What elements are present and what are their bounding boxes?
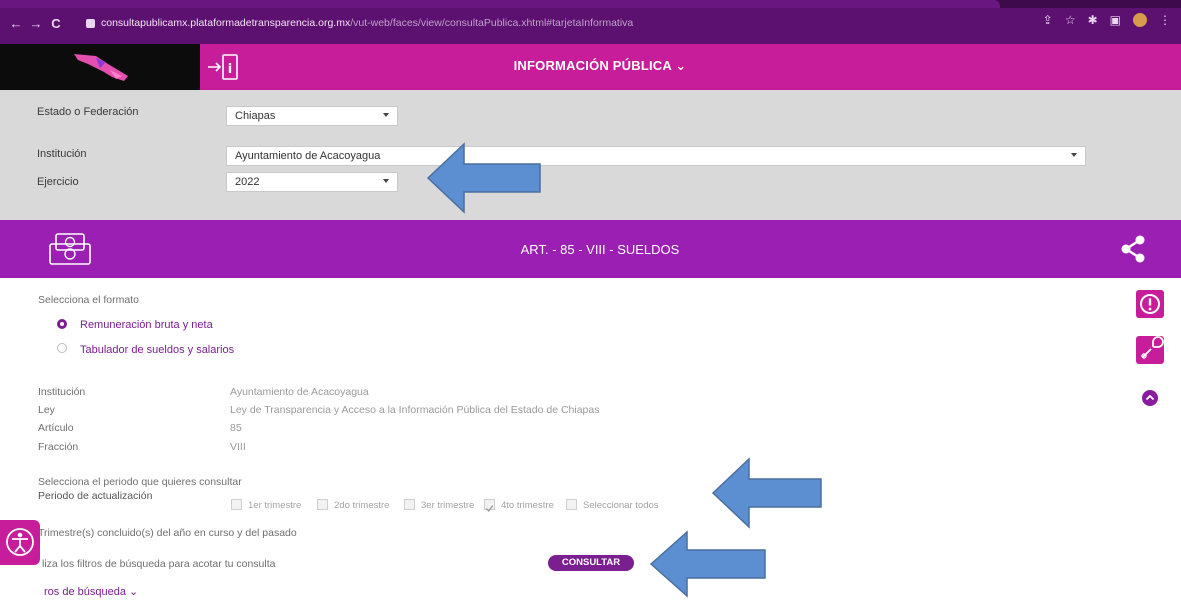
share-page-icon[interactable]: ⇪ (1043, 13, 1053, 27)
annotation-arrow-3 (649, 530, 766, 598)
detail-institucion-label: Institución (38, 386, 86, 398)
money-bills-icon (49, 233, 91, 265)
consultar-button[interactable]: CONSULTAR (548, 555, 634, 571)
institucion-label: Institución (37, 148, 87, 160)
profile-avatar[interactable] (1133, 13, 1147, 27)
accessibility-icon (6, 528, 34, 556)
detail-articulo-value: 85 (230, 422, 242, 434)
active-tab[interactable] (0, 0, 1000, 8)
section-title: ART. - 85 - VIII - SUELDOS (520, 242, 680, 257)
annotation-arrow-1 (426, 142, 541, 214)
share-icon[interactable] (1118, 234, 1148, 264)
checkbox-1er-trimestre[interactable] (231, 499, 242, 510)
url-bar: ← → C consultapublicamx.plataformadetran… (0, 10, 1181, 36)
detail-fraccion-value: VIII (230, 441, 246, 453)
extensions-icon[interactable]: ✱ (1088, 13, 1098, 27)
detail-ley-value: Ley de Transparencia y Acceso a la Infor… (230, 404, 600, 416)
url-path: /vut-web/faces/view/consultaPublica.xhtm… (350, 17, 634, 29)
detail-fraccion-label: Fracción (38, 441, 79, 453)
chevron-up-icon (1145, 394, 1155, 401)
lock-icon[interactable] (86, 18, 95, 28)
search-hint: liza los filtros de búsqueda para acotar… (42, 558, 276, 570)
checkbox-2do-trimestre-label[interactable]: 2do trimestre (334, 500, 389, 511)
accessibility-button[interactable] (0, 520, 40, 565)
periodo-label: Periodo de actualización (38, 490, 153, 502)
radio-tabulador-label[interactable]: Tabulador de sueldos y salarios (80, 344, 234, 356)
logo-area[interactable] (0, 44, 200, 90)
radio-remuneracion[interactable] (57, 319, 67, 329)
periodo-note: Trimestre(s) concluido(s) del año en cur… (38, 527, 297, 539)
alert-button[interactable] (1136, 290, 1164, 318)
checkmark-icon (485, 505, 494, 512)
url-host: consultapublicamx.plataformadetransparen… (101, 17, 351, 29)
chevron-down-icon (383, 179, 389, 183)
radio-remuneracion-label[interactable]: Remuneración bruta y neta (80, 319, 213, 331)
forward-icon[interactable]: → (26, 16, 46, 31)
page: ← → C consultapublicamx.plataformadetran… (0, 0, 1181, 600)
sidepanel-icon[interactable]: ▣ (1110, 13, 1121, 27)
radio-tabulador[interactable] (57, 343, 67, 353)
back-icon[interactable]: ← (6, 16, 26, 31)
estado-value: Chiapas (235, 110, 276, 122)
format-heading: Selecciona el formato (38, 294, 139, 306)
checkbox-3er-trimestre[interactable] (404, 499, 415, 510)
chevron-down-icon (1071, 153, 1077, 157)
bookmark-star-icon[interactable]: ☆ (1065, 13, 1076, 27)
periodo-heading: Selecciona el periodo que quieres consul… (38, 476, 242, 488)
checkbox-seleccionar-todos[interactable] (566, 499, 577, 510)
alert-icon (1140, 294, 1160, 314)
detail-articulo-label: Artículo (38, 422, 74, 434)
menu-kebab-icon[interactable]: ⋮ (1159, 13, 1171, 27)
checkbox-2do-trimestre[interactable] (317, 499, 328, 510)
checkbox-4to-trimestre[interactable] (484, 499, 495, 512)
checkbox-4to-trimestre-label[interactable]: 4to trimestre (501, 500, 554, 511)
tab-strip (0, 0, 1181, 8)
institucion-value: Ayuntamiento de Acacoyagua (235, 150, 381, 162)
ejercicio-select[interactable]: 2022 (226, 172, 398, 192)
informacion-publica-menu[interactable]: INFORMACIÓN PÚBLICA ⌄ (500, 58, 700, 74)
filters-panel: Estado o Federación Chiapas Institución … (0, 90, 1181, 220)
top-bar: i INFORMACIÓN PÚBLICA ⌄ (0, 44, 1181, 90)
detail-ley-label: Ley (38, 404, 55, 416)
svg-text:i: i (228, 62, 232, 77)
section-header: ART. - 85 - VIII - SUELDOS (0, 220, 1181, 278)
estado-label: Estado o Federación (37, 106, 139, 118)
browser-chrome: ← → C consultapublicamx.plataformadetran… (0, 0, 1181, 44)
mexico-map-logo-icon (74, 54, 128, 81)
filtros-busqueda-link[interactable]: ros de búsqueda ⌄ (44, 585, 138, 598)
detail-institucion-value: Ayuntamiento de Acacoyagua (230, 386, 369, 398)
estado-select[interactable]: Chiapas (226, 106, 398, 126)
info-login-icon[interactable]: i (206, 52, 240, 82)
ejercicio-label: Ejercicio (37, 176, 79, 188)
browser-toolbar: ⇪ ☆ ✱ ▣ ⋮ (1043, 13, 1171, 27)
checkbox-1er-trimestre-label[interactable]: 1er trimestre (248, 500, 301, 511)
tools-button[interactable] (1136, 336, 1164, 364)
scroll-up-button[interactable] (1142, 390, 1158, 406)
address-bar[interactable]: consultapublicamx.plataformadetransparen… (86, 11, 1016, 35)
ejercicio-value: 2022 (235, 176, 260, 188)
checkbox-seleccionar-todos-label[interactable]: Seleccionar todos (583, 500, 659, 511)
wrench-icon (1141, 336, 1164, 359)
reload-icon[interactable]: C (46, 16, 66, 31)
institucion-select[interactable]: Ayuntamiento de Acacoyagua (226, 146, 1086, 166)
checkbox-3er-trimestre-label[interactable]: 3er trimestre (421, 500, 474, 511)
annotation-arrow-2 (711, 457, 822, 529)
chevron-down-icon (383, 113, 389, 117)
